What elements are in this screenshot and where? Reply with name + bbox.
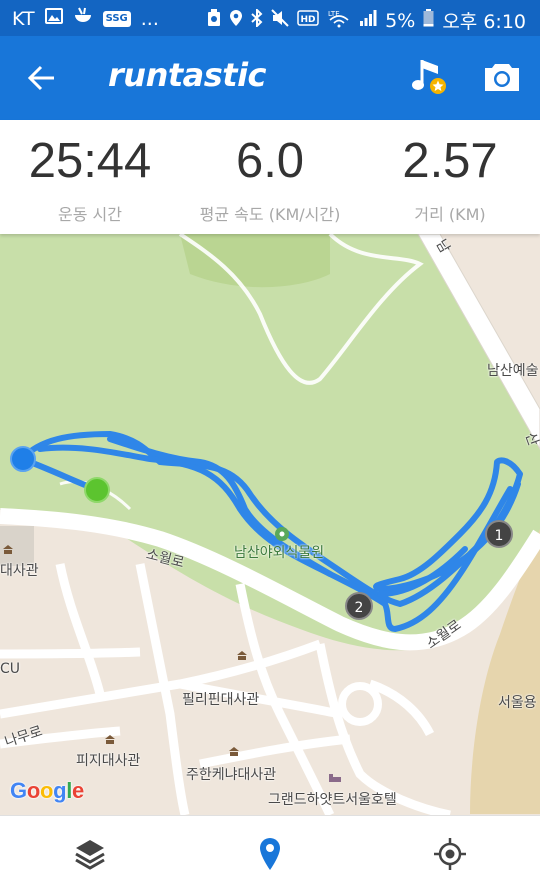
gps-target-icon	[434, 838, 466, 870]
finish-marker[interactable]	[82, 475, 112, 505]
status-bar: KT SSG ... HD LTE 5% 오후 6:10	[0, 0, 540, 36]
duration-label: 운동 시간	[58, 205, 122, 224]
garden-poi-icon	[275, 527, 289, 541]
start-marker[interactable]	[8, 444, 38, 474]
label-embassy-left: 대사관	[0, 563, 39, 579]
bowl-notification-icon	[73, 7, 93, 30]
label-fiji-embassy: 피지대사관	[76, 753, 141, 769]
duration-stat: 25:44 운동 시간	[0, 134, 180, 225]
avg-speed-stat: 6.0 평균 속도 (KM/시간)	[180, 134, 360, 225]
embassy-icon-4	[229, 747, 239, 756]
location-pin-icon	[260, 838, 280, 870]
app-bar: runtastic	[0, 36, 540, 120]
embassy-icon	[3, 545, 13, 554]
back-button[interactable]	[22, 58, 62, 98]
km-marker-2[interactable]: 2	[345, 592, 373, 620]
signal-icon	[359, 10, 377, 31]
label-cu: CU	[0, 661, 21, 677]
label-philippines-embassy: 필리핀대사관	[182, 692, 260, 708]
lte-wifi-icon: LTE	[327, 8, 351, 33]
label-botanical-garden: 남산야외식물원	[234, 545, 325, 561]
distance-value: 2.57	[402, 134, 498, 188]
route-view-button[interactable]	[250, 834, 290, 874]
music-button[interactable]	[410, 56, 454, 100]
location-status-icon	[229, 9, 243, 32]
mute-icon	[271, 9, 289, 32]
carrier-label: KT	[12, 7, 35, 30]
hd-icon: HD	[297, 10, 319, 31]
embassy-icon-2	[237, 651, 247, 660]
camera-button[interactable]	[482, 60, 526, 100]
ssg-notification-icon: SSG	[102, 10, 131, 27]
stats-panel: 25:44 운동 시간 6.0 평균 속도 (KM/시간) 2.57 거리 (K…	[0, 120, 540, 234]
avg-speed-value: 6.0	[235, 134, 305, 188]
save-mode-icon	[207, 9, 221, 32]
layers-icon	[75, 840, 105, 870]
label-seoul-right: 서울용	[498, 695, 537, 711]
svg-text:HD: HD	[301, 15, 316, 25]
runtastic-logo: runtastic	[108, 56, 267, 94]
distance-stat: 2.57 거리 (KM)	[360, 134, 540, 225]
route-map[interactable]: 1 2 남산예술 남산야외식물원 소월로 소월로 대사관 CU 나무로 필리핀대…	[0, 234, 540, 815]
image-notification-icon	[44, 8, 63, 29]
google-logo: Google	[10, 778, 84, 803]
my-location-button[interactable]	[430, 834, 470, 874]
back-arrow-icon	[27, 65, 54, 91]
hotel-icon	[329, 774, 341, 782]
label-kenya-embassy: 주한케냐대사관	[186, 767, 277, 783]
embassy-icon-3	[105, 735, 115, 744]
roundabout	[338, 682, 382, 726]
battery-percent: 5%	[385, 9, 416, 32]
distance-label: 거리 (KM)	[414, 205, 486, 224]
clock: 오후 6:10	[442, 11, 526, 33]
map-canvas	[0, 234, 540, 815]
km-marker-1[interactable]: 1	[485, 520, 513, 548]
avg-speed-label: 평균 속도 (KM/시간)	[199, 205, 341, 224]
battery-icon	[423, 9, 434, 32]
label-grand-hyatt: 그랜드하얏트서울호텔	[268, 792, 397, 808]
music-note-icon	[412, 60, 446, 94]
label-namsan-arts: 남산예술	[487, 363, 539, 379]
map-layers-button[interactable]	[70, 834, 110, 874]
camera-icon	[485, 64, 519, 91]
bottom-bar	[0, 815, 540, 887]
more-notifications: ...	[140, 7, 159, 30]
bluetooth-icon	[251, 7, 263, 32]
duration-value: 25:44	[28, 134, 152, 188]
